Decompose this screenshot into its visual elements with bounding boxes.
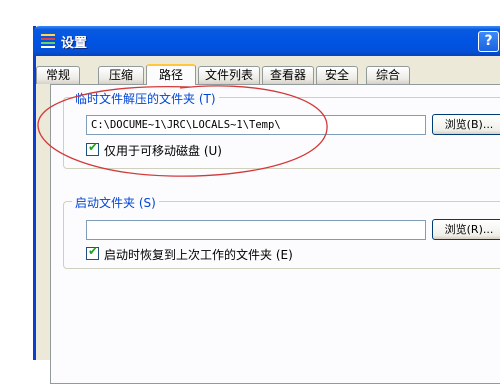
settings-window: 设置 ? 常规 压缩 路径 文件列表 查看器 安全 综合 临时文件解压的文件夹 … [33, 26, 500, 384]
path-tab-panel: 临时文件解压的文件夹 (T) C:\DOCUME~1\JRC\LOCALS~1\… [50, 84, 500, 384]
restore-last-folder-label: 启动时恢复到上次工作的文件夹 (E) [104, 248, 293, 262]
tab-viewer[interactable]: 查看器 [262, 66, 314, 84]
help-button[interactable]: ? [478, 31, 499, 52]
removable-only-label: 仅用于可移动磁盘 (U) [104, 144, 222, 158]
startup-folder-path-input[interactable] [86, 220, 426, 240]
tab-general[interactable]: 常规 [36, 66, 80, 84]
tab-path[interactable]: 路径 [146, 64, 196, 85]
temp-folder-group: 临时文件解压的文件夹 (T) C:\DOCUME~1\JRC\LOCALS~1\… [63, 90, 500, 169]
checkbox-box[interactable]: ✔ [86, 244, 99, 260]
checkbox-box[interactable]: ✔ [86, 140, 99, 156]
checkmark-icon: ✔ [88, 140, 99, 154]
startup-folder-browse-button[interactable]: 浏览(R)... [432, 219, 500, 240]
app-icon [41, 34, 55, 48]
temp-folder-path-input[interactable]: C:\DOCUME~1\JRC\LOCALS~1\Temp\ [86, 115, 426, 135]
startup-folder-group: 启动文件夹 (S) 浏览(R)... ✔ 启动时恢复到上次工作的文件夹 (E) [63, 194, 500, 269]
temp-folder-group-label: 临时文件解压的文件夹 (T) [72, 90, 219, 107]
temp-folder-browse-button[interactable]: 浏览(B)... [432, 114, 500, 135]
tab-compression[interactable]: 压缩 [98, 66, 144, 84]
tab-misc[interactable]: 综合 [366, 66, 410, 84]
title-bar[interactable]: 设置 ? [33, 26, 500, 56]
window-title: 设置 [61, 36, 88, 51]
tab-file-list[interactable]: 文件列表 [198, 66, 260, 84]
checkmark-icon: ✔ [88, 244, 99, 258]
startup-folder-group-label: 启动文件夹 (S) [72, 194, 159, 211]
tab-security[interactable]: 安全 [316, 66, 358, 84]
